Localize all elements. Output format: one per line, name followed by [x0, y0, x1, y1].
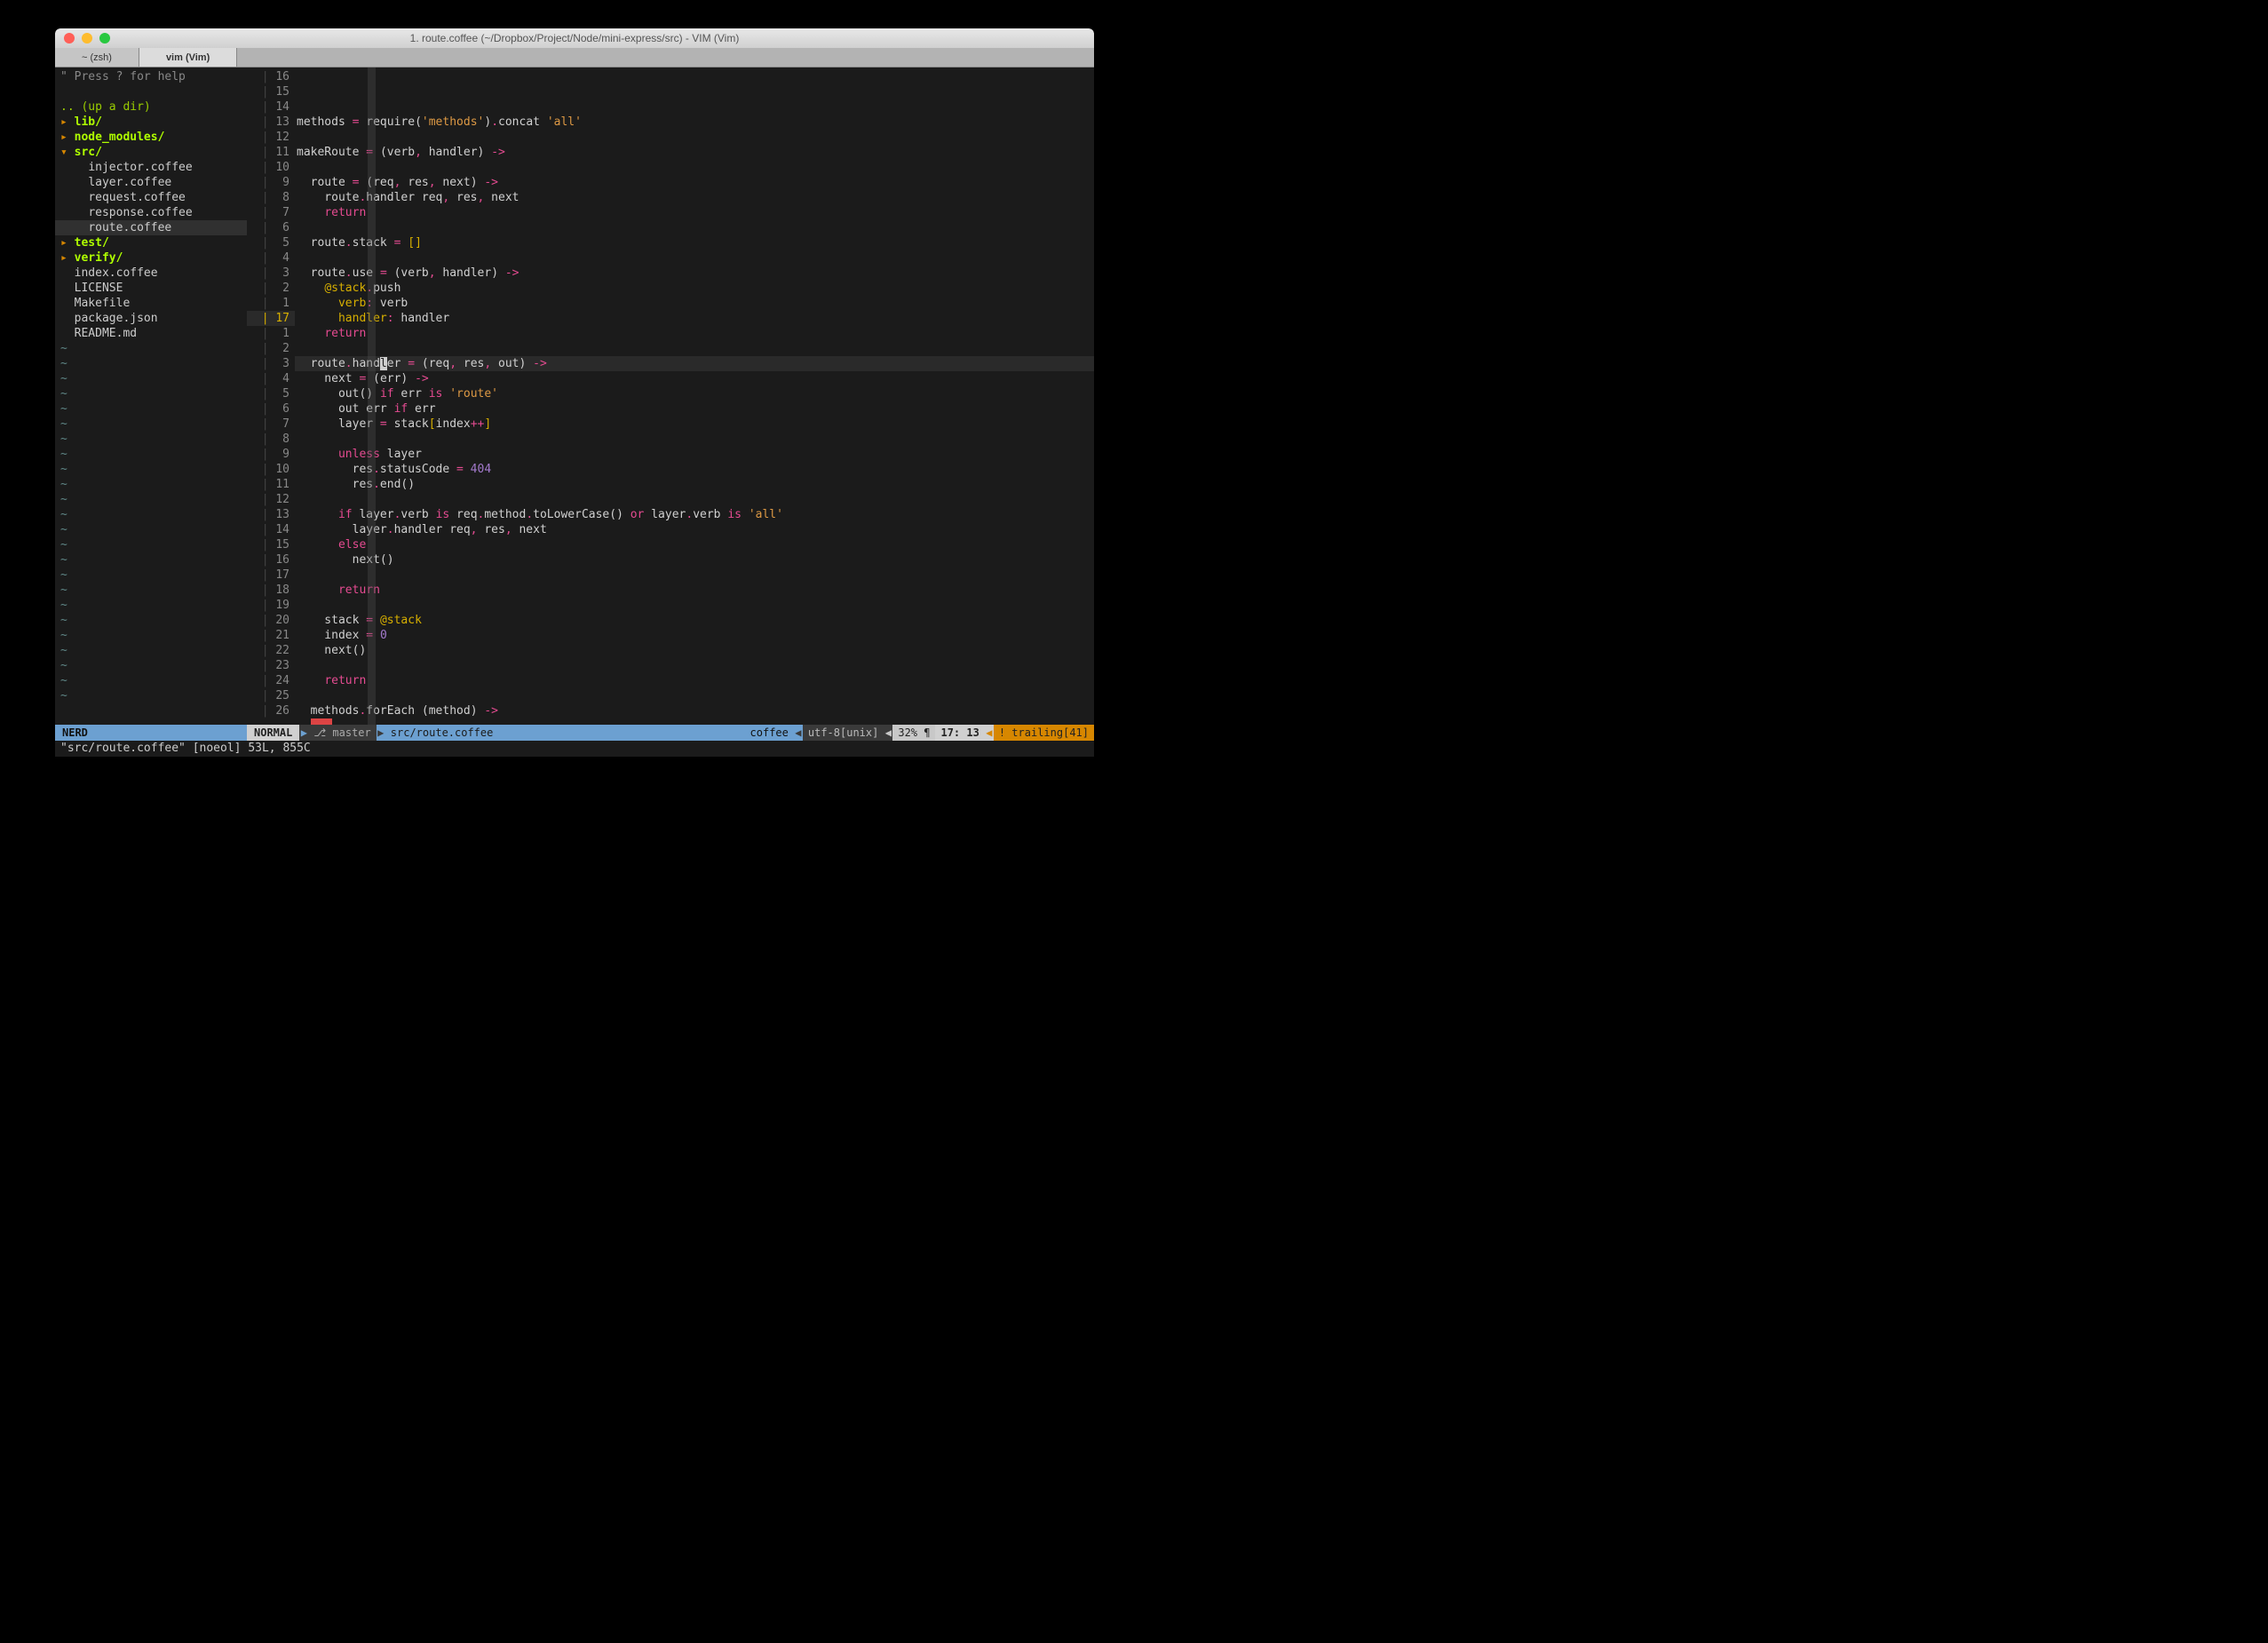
code-line[interactable]: methods.forEach (method) -> — [295, 703, 1094, 718]
code-line[interactable] — [295, 492, 1094, 507]
code-line[interactable]: stack = @stack — [295, 613, 1094, 628]
code-line[interactable]: methods = require('methods').concat 'all… — [295, 115, 1094, 130]
vim-terminal: " Press ? for help .. (up a dir)▸ lib/▸ … — [55, 67, 1094, 757]
tree-file[interactable]: route.coffee — [55, 220, 247, 235]
statusline-file: src/route.coffee — [385, 725, 745, 741]
separator-icon: ▶ — [377, 725, 385, 741]
separator-icon: ▶ — [299, 725, 308, 741]
tree-file[interactable]: injector.coffee — [55, 160, 247, 175]
code-line[interactable]: route.use = (verb, handler) -> — [295, 266, 1094, 281]
window-title: 1. route.coffee (~/Dropbox/Project/Node/… — [55, 32, 1094, 44]
separator-icon: ◀ — [985, 725, 994, 741]
tree-dir[interactable]: ▸ lib/ — [55, 115, 247, 130]
code-line[interactable]: res.statusCode = 404 — [295, 462, 1094, 477]
code-line[interactable]: next() — [295, 552, 1094, 568]
code-line[interactable]: handler: handler — [295, 311, 1094, 326]
tree-file[interactable]: Makefile — [55, 296, 247, 311]
code-line[interactable]: verb: verb — [295, 296, 1094, 311]
nerdtree-pane[interactable]: " Press ? for help .. (up a dir)▸ lib/▸ … — [55, 67, 247, 725]
tab-zsh[interactable]: ~ (zsh) — [55, 48, 139, 67]
code-line[interactable] — [295, 568, 1094, 583]
code-line[interactable]: route = (req, res, next) -> — [295, 175, 1094, 190]
statusline-nerd: NERD — [55, 725, 247, 741]
code-line[interactable]: unless layer — [295, 447, 1094, 462]
code-line[interactable]: makeRoute = (verb, handler) -> — [295, 145, 1094, 160]
code-line[interactable]: @stack.push — [295, 281, 1094, 296]
code-line[interactable]: route.handler = (req, res, out) -> — [295, 356, 1094, 371]
code-line[interactable] — [295, 160, 1094, 175]
code-line[interactable]: out err if err — [295, 401, 1094, 417]
code-line[interactable]: route.handler req, res, next — [295, 190, 1094, 205]
tree-file[interactable]: README.md — [55, 326, 247, 341]
tabbar: ~ (zsh) vim (Vim) — [55, 48, 1094, 67]
separator-icon: ◀ — [884, 725, 892, 741]
tree-file[interactable]: LICENSE — [55, 281, 247, 296]
tree-file[interactable]: package.json — [55, 311, 247, 326]
code-pane[interactable]: methods = require('methods').concat 'all… — [295, 67, 1094, 725]
code-line[interactable]: return — [295, 205, 1094, 220]
zoom-icon[interactable] — [99, 33, 110, 44]
code-line[interactable] — [295, 688, 1094, 703]
separator-icon: ◀ — [794, 725, 803, 741]
code-line[interactable]: index = 0 — [295, 628, 1094, 643]
traffic-lights — [55, 33, 110, 44]
terminal-window: 1. route.coffee (~/Dropbox/Project/Node/… — [55, 28, 1094, 757]
code-line[interactable] — [295, 130, 1094, 145]
code-line[interactable] — [295, 718, 1094, 725]
code-line[interactable]: layer.handler req, res, next — [295, 522, 1094, 537]
code-line[interactable] — [295, 598, 1094, 613]
statusline-percent: 32% ¶ — [892, 725, 935, 741]
statusline: NERD NORMAL ▶ ⎇ master ▶ src/route.coffe… — [55, 725, 1094, 741]
tree-file[interactable]: index.coffee — [55, 266, 247, 281]
close-icon[interactable] — [64, 33, 75, 44]
tab-vim[interactable]: vim (Vim) — [139, 48, 237, 67]
tree-file[interactable]: request.coffee — [55, 190, 247, 205]
code-line[interactable]: out() if err is 'route' — [295, 386, 1094, 401]
statusline-position: 17: 13 — [935, 725, 984, 741]
statusline-encoding: utf-8[unix] — [803, 725, 884, 741]
code-line[interactable] — [295, 250, 1094, 266]
code-line[interactable]: return — [295, 583, 1094, 598]
tree-file[interactable]: response.coffee — [55, 205, 247, 220]
statusline-mode: NORMAL — [247, 725, 299, 741]
code-line[interactable]: return — [295, 673, 1094, 688]
code-line[interactable]: return — [295, 326, 1094, 341]
tree-dir[interactable]: ▸ verify/ — [55, 250, 247, 266]
minimize-icon[interactable] — [82, 33, 92, 44]
command-line[interactable]: "src/route.coffee" [noeol] 53L, 855C — [55, 741, 1094, 757]
tree-dir[interactable]: ▸ test/ — [55, 235, 247, 250]
code-line[interactable]: next = (err) -> — [295, 371, 1094, 386]
code-line[interactable] — [295, 658, 1094, 673]
code-line[interactable]: res.end() — [295, 477, 1094, 492]
tree-file[interactable]: layer.coffee — [55, 175, 247, 190]
tree-dir[interactable]: ▸ node_modules/ — [55, 130, 247, 145]
code-line[interactable]: layer = stack[index++] — [295, 417, 1094, 432]
titlebar: 1. route.coffee (~/Dropbox/Project/Node/… — [55, 28, 1094, 48]
code-line[interactable]: route.stack = [] — [295, 235, 1094, 250]
code-line[interactable]: if layer.verb is req.method.toLowerCase(… — [295, 507, 1094, 522]
line-number-gutter: | 16| 15| 14| 13| 12| 11| 10| 9| 8| 7| 6… — [247, 67, 295, 725]
code-line[interactable] — [295, 341, 1094, 356]
code-line[interactable]: next() — [295, 643, 1094, 658]
code-line[interactable] — [295, 220, 1094, 235]
statusline-filetype: coffee — [745, 725, 794, 741]
statusline-trailing: ! trailing[41] — [994, 725, 1094, 741]
code-line[interactable] — [295, 432, 1094, 447]
statusline-branch: ⎇ master — [308, 725, 376, 741]
tree-dir[interactable]: ▾ src/ — [55, 145, 247, 160]
code-line[interactable]: else — [295, 537, 1094, 552]
